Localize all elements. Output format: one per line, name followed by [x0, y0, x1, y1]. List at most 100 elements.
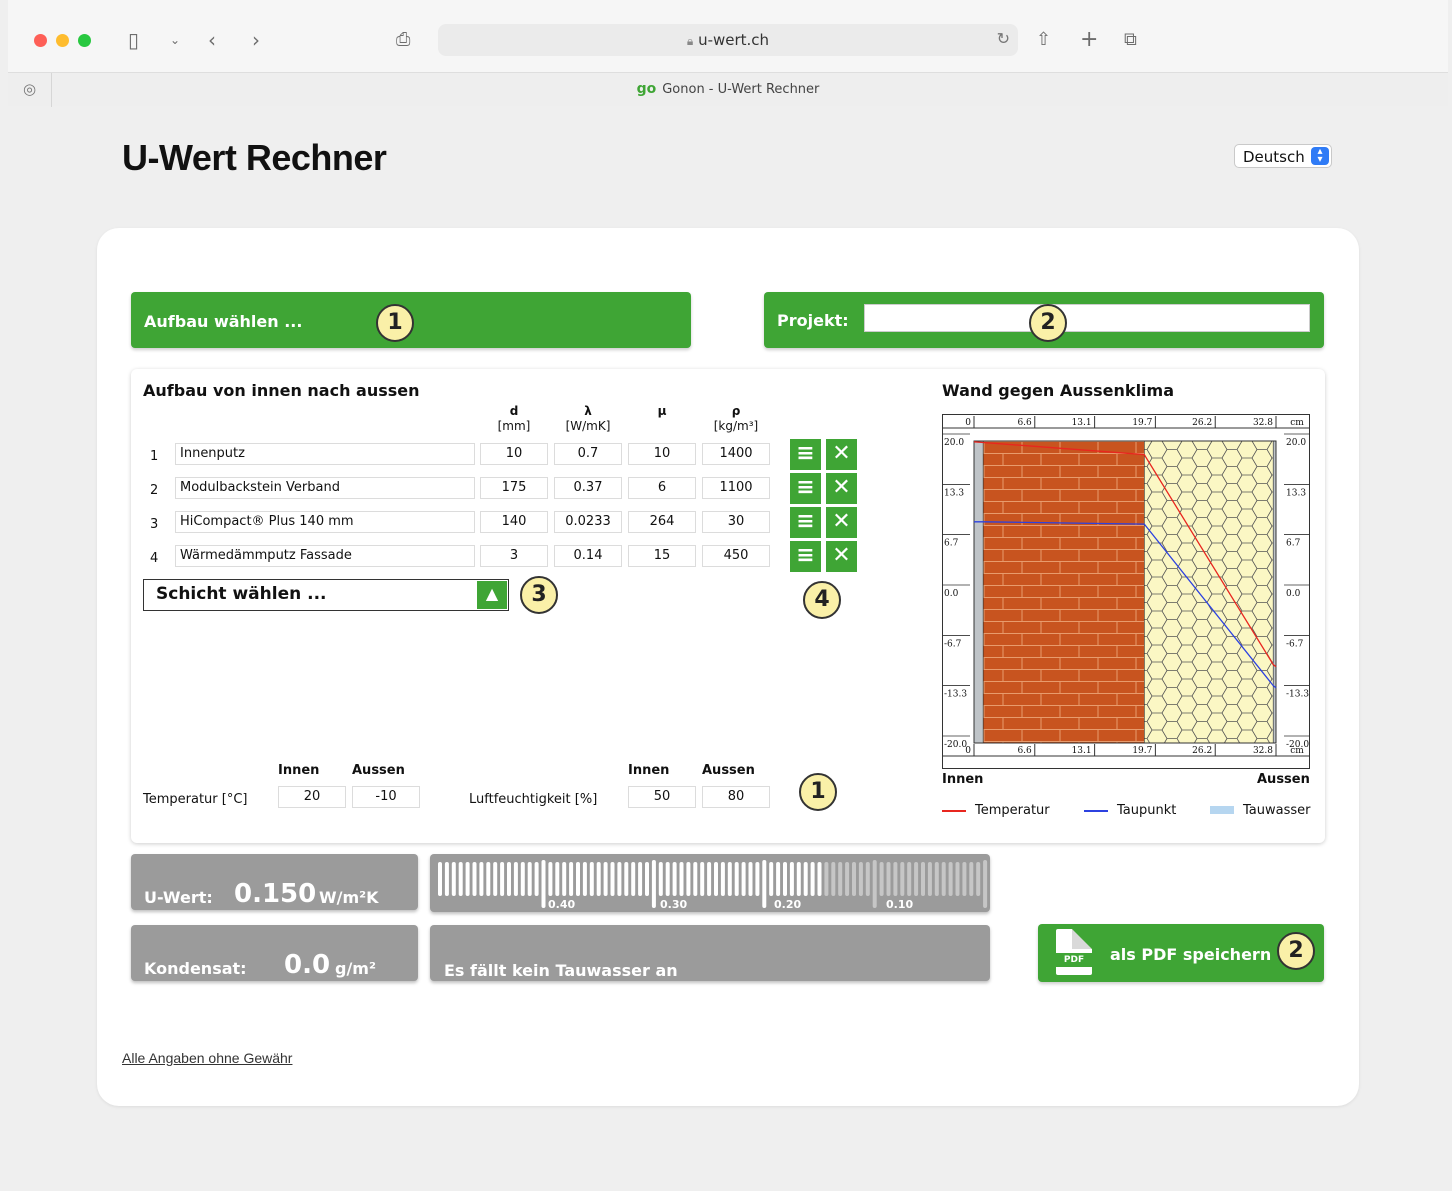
wall-chart: 006.66.613.113.119.719.726.226.232.832.8…: [942, 414, 1310, 769]
disclaimer-link[interactable]: Alle Angaben ohne Gewähr: [122, 1050, 292, 1066]
scale-tick: [458, 862, 463, 896]
scale-tick: [541, 860, 546, 908]
scale-tick: [603, 862, 608, 896]
scale-tick: [824, 862, 829, 896]
scale-tick: [493, 862, 498, 896]
scale-tick: [803, 862, 808, 896]
layer-name-field[interactable]: Modulbackstein Verband: [175, 477, 475, 499]
temp-innen-field[interactable]: 20: [278, 786, 346, 808]
y-tick-label-left: 6.7: [944, 538, 959, 548]
layer-menu-button[interactable]: ≡: [790, 507, 821, 538]
x-tick-label-top: 6.6: [1017, 418, 1032, 428]
layer-name-field[interactable]: Wärmedämmputz Fassade: [175, 545, 475, 567]
x-tick-label-bottom: 13.1: [1072, 746, 1092, 756]
scale-tick: [465, 862, 470, 896]
scale-tick: [548, 862, 553, 896]
x-tick-label-top: 32.8: [1253, 418, 1273, 428]
reload-icon[interactable]: ↻: [997, 29, 1010, 48]
new-tab-icon[interactable]: +: [1080, 26, 1098, 54]
url-text: u-wert.ch: [698, 31, 770, 49]
scale-tick: [927, 862, 932, 896]
triangle-up-icon[interactable]: ▲: [477, 581, 507, 609]
select-arrows-icon: ▴ ▾: [1311, 147, 1329, 165]
hum-aussen-field[interactable]: 80: [702, 786, 770, 808]
language-select[interactable]: Deutsch ▴ ▾: [1234, 144, 1332, 168]
layer-select[interactable]: Schicht wählen ... ▲: [143, 579, 509, 611]
scale-tick: [976, 862, 981, 896]
layer-delete-button[interactable]: ✕: [826, 541, 857, 572]
tauwasser-message: Es fällt kein Tauwasser an: [444, 961, 678, 980]
mu-field[interactable]: 10: [628, 443, 696, 465]
y-tick-label-right: 20.0: [1286, 438, 1306, 448]
print-icon[interactable]: ⎙: [396, 26, 410, 54]
lambda-field[interactable]: 0.0233: [554, 511, 622, 533]
scale-tick: [520, 862, 525, 896]
scale-tick: [983, 860, 988, 908]
scale-tick: [665, 862, 670, 896]
minimize-window-button[interactable]: [56, 34, 69, 47]
layer-delete-button[interactable]: ✕: [826, 507, 857, 538]
kondensat-box: Kondensat: 0.0 g/m²: [131, 925, 418, 981]
layer-menu-button[interactable]: ≡: [790, 439, 821, 470]
temp-innen-header: Innen: [278, 763, 320, 778]
projekt-input[interactable]: [864, 304, 1310, 332]
rho-field[interactable]: 1100: [702, 477, 770, 499]
scale-tick: [734, 862, 739, 896]
thickness-field[interactable]: 175: [480, 477, 548, 499]
thickness-field[interactable]: 3: [480, 545, 548, 567]
rho-field[interactable]: 450: [702, 545, 770, 567]
legend-swatch-tauwasser: [1210, 806, 1234, 814]
chart-side-aussen: Aussen: [1257, 772, 1310, 787]
chevron-down-icon[interactable]: ⌄: [170, 26, 180, 54]
lambda-field[interactable]: 0.14: [554, 545, 622, 567]
mu-field[interactable]: 6: [628, 477, 696, 499]
forward-icon[interactable]: ›: [252, 26, 260, 54]
thickness-field[interactable]: 10: [480, 443, 548, 465]
header-rho: ρ [kg/m³]: [713, 404, 759, 433]
temp-aussen-field[interactable]: -10: [352, 786, 420, 808]
hum-aussen-header: Aussen: [702, 763, 755, 778]
lambda-field[interactable]: 0.37: [554, 477, 622, 499]
rho-field[interactable]: 1400: [702, 443, 770, 465]
lambda-field[interactable]: 0.7: [554, 443, 622, 465]
badge-two-pdf: 2: [1277, 932, 1315, 970]
y-tick-label-left: -20.0: [944, 740, 967, 750]
hum-innen-field[interactable]: 50: [628, 786, 696, 808]
back-icon[interactable]: ‹: [208, 26, 216, 54]
hum-innen-header: Innen: [628, 763, 670, 778]
rho-field[interactable]: 30: [702, 511, 770, 533]
scale-tick: [969, 862, 974, 896]
scale-tick: [658, 862, 663, 896]
tab-overview-icon[interactable]: ⧉: [1124, 26, 1137, 54]
layer-delete-button[interactable]: ✕: [826, 439, 857, 470]
browser-toolbar: ▯ ⌄ ‹ › ⎙ 🔒︎ u-wert.ch ↻ ⇧ + ⧉: [8, 0, 1448, 72]
scale-tick: [941, 862, 946, 896]
row-number: 3: [150, 517, 159, 532]
scale-tick: [783, 862, 787, 896]
x-tick-label-bottom: 26.2: [1192, 746, 1212, 756]
layer-name-field[interactable]: Innenputz: [175, 443, 475, 465]
share-icon[interactable]: ⇧: [1036, 26, 1051, 54]
sidebar-toggle-icon[interactable]: ▯: [128, 26, 139, 54]
scale-tick: [755, 862, 760, 896]
maximize-window-button[interactable]: [78, 34, 91, 47]
close-window-button[interactable]: [34, 34, 47, 47]
layer-delete-button[interactable]: ✕: [826, 473, 857, 504]
scale-tick: [617, 862, 622, 896]
scale-tick: [624, 862, 629, 896]
scale-tick: [631, 862, 636, 896]
legend-tauwasser: Tauwasser: [1243, 803, 1311, 818]
tab-active[interactable]: go Gonon - U-Wert Rechner: [8, 81, 1448, 97]
layer-menu-button[interactable]: ≡: [790, 473, 821, 504]
mu-field[interactable]: 264: [628, 511, 696, 533]
row-number: 4: [150, 551, 159, 566]
scale-tick: [638, 862, 643, 896]
kondensat-label: Kondensat:: [144, 959, 247, 978]
address-bar[interactable]: 🔒︎ u-wert.ch ↻: [438, 24, 1018, 56]
thickness-field[interactable]: 140: [480, 511, 548, 533]
scale-tick: [817, 862, 822, 896]
scale-tick: [693, 862, 698, 896]
layer-name-field[interactable]: HiCompact® Plus 140 mm: [175, 511, 475, 533]
layer-menu-button[interactable]: ≡: [790, 541, 821, 572]
mu-field[interactable]: 15: [628, 545, 696, 567]
